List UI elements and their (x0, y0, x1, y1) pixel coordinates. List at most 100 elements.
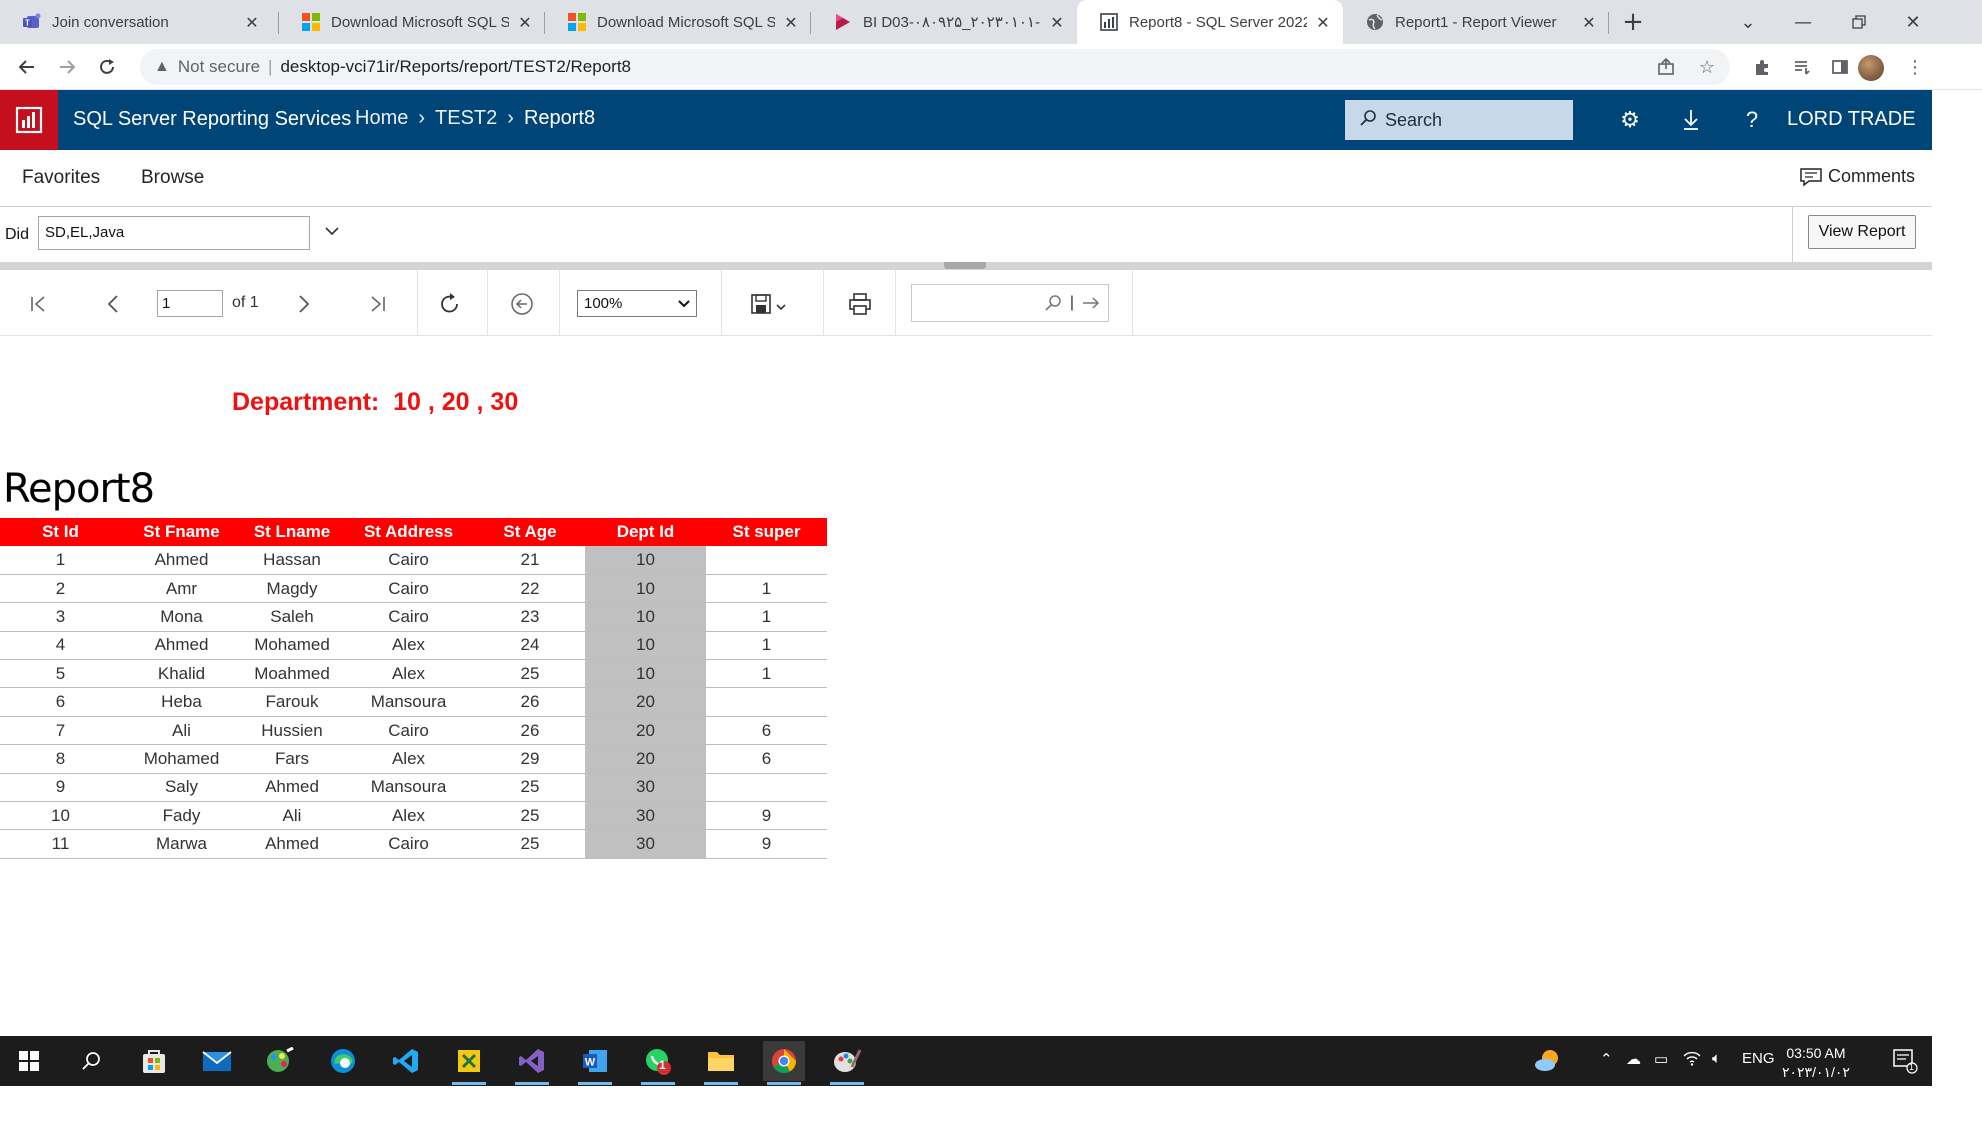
parameter-splitter[interactable] (0, 262, 1932, 270)
comments-button[interactable]: Comments (1800, 166, 1915, 187)
close-tab-icon[interactable]: ✕ (515, 12, 535, 32)
cell-dept-id: 20 (585, 716, 706, 746)
close-tab-icon[interactable]: ✕ (781, 12, 801, 32)
tab-bi-meeting[interactable]: BI D03-۰۸۰۹۲۵_۲۰۲۳۰۱۰۱-Mee ✕ (811, 0, 1077, 44)
address-bar[interactable]: ▲ Not secure | desktop-vci71ir/Reports/r… (140, 49, 1730, 85)
close-tab-icon[interactable]: ✕ (1047, 12, 1067, 32)
table-header-row: St Id St Fname St Lname St Address St Ag… (0, 518, 827, 546)
reload-button[interactable] (93, 53, 121, 81)
tab-report8[interactable]: Report8 - SQL Server 2022 ✕ (1077, 0, 1343, 44)
minimize-button[interactable]: — (1780, 0, 1826, 44)
new-tab-button[interactable]: + (1618, 7, 1648, 37)
refresh-icon[interactable] (436, 290, 464, 318)
report-canvas: Department: 10 , 20 , 30 Report8 St Id S… (0, 336, 1932, 1036)
cell-st-address: Cairo (342, 546, 475, 575)
tab-report1-viewer[interactable]: Report1 - Report Viewer ✕ (1343, 0, 1609, 44)
search-icon[interactable] (70, 1041, 112, 1081)
notification-center-icon[interactable]: 1 (1884, 1041, 1926, 1081)
tab-download-sql-2[interactable]: Download Microsoft SQL Se ✕ (545, 0, 811, 44)
store-icon[interactable] (133, 1041, 175, 1081)
battery-icon[interactable]: ▭ (1654, 1050, 1668, 1068)
reload-icon (100, 59, 114, 74)
file-explorer-icon[interactable] (700, 1041, 742, 1085)
browser-menu-icon[interactable]: ⋮ (1902, 54, 1928, 80)
restore-button[interactable] (1836, 0, 1882, 44)
column-header-st-super: St super (706, 518, 827, 546)
language-indicator[interactable]: ENG (1742, 1050, 1775, 1067)
report-title: Report8 (3, 466, 155, 512)
microsoft-icon (301, 12, 321, 32)
extensions-icon[interactable] (1749, 54, 1775, 80)
restore-icon (1852, 15, 1866, 29)
brush-icon[interactable] (826, 1041, 868, 1085)
visual-studio-icon[interactable] (511, 1041, 553, 1085)
back-to-parent-icon[interactable] (508, 290, 536, 318)
forward-button[interactable] (53, 53, 81, 81)
cell-st-super: 9 (706, 829, 827, 859)
nav-browse[interactable]: Browse (141, 167, 204, 189)
search-input[interactable]: Search (1345, 100, 1573, 140)
running-indicator (452, 1082, 486, 1085)
tab-download-sql-1[interactable]: Download Microsoft SQL Se ✕ (279, 0, 545, 44)
volume-icon[interactable]: 🔈︎ (1712, 1050, 1721, 1067)
side-panel-icon[interactable] (1827, 54, 1853, 80)
download-icon[interactable] (1675, 104, 1707, 136)
next-page-icon[interactable] (290, 290, 318, 318)
paint-icon[interactable] (259, 1041, 301, 1081)
breadcrumb-home[interactable]: Home (355, 107, 408, 130)
tab-join-conversation[interactable]: T Join conversation ✕ (0, 0, 272, 44)
word-icon[interactable]: W (574, 1041, 616, 1085)
cell-st-id: 2 (0, 574, 121, 604)
first-page-icon[interactable] (24, 290, 52, 318)
cell-st-fname: Mohamed (121, 744, 242, 774)
breadcrumb-folder[interactable]: TEST2 (435, 107, 497, 130)
system-clock[interactable]: 03:50 AM ۲۰۲۳/۰۱/۰۲ (1782, 1044, 1850, 1082)
page-number-input[interactable]: 1 (157, 290, 223, 317)
cell-st-address: Cairo (342, 574, 475, 604)
profile-avatar[interactable] (1858, 55, 1884, 81)
weather-icon[interactable] (1527, 1041, 1569, 1081)
brand-name[interactable]: SQL Server Reporting Services (73, 108, 351, 131)
export-save-icon[interactable] (745, 290, 795, 318)
chevron-down-icon[interactable] (324, 223, 340, 241)
back-button[interactable] (13, 53, 41, 81)
settings-gear-icon[interactable]: ⚙ (1614, 104, 1646, 136)
close-tab-icon[interactable]: ✕ (242, 12, 262, 32)
find-next-icon[interactable] (1082, 296, 1100, 310)
ssrs-logo-icon[interactable] (0, 90, 58, 150)
whatsapp-icon[interactable]: 1 (637, 1041, 679, 1085)
user-name[interactable]: LORD TRADE (1787, 108, 1916, 131)
wifi-icon[interactable] (1683, 1050, 1701, 1070)
nav-favorites[interactable]: Favorites (22, 167, 100, 189)
help-icon[interactable]: ? (1736, 104, 1768, 136)
previous-page-icon[interactable] (99, 290, 127, 318)
find-text-input[interactable]: | (911, 284, 1109, 322)
onedrive-cloud-icon[interactable]: ☁ (1626, 1050, 1641, 1068)
param-did-input[interactable]: SD,EL,Java (38, 216, 310, 250)
bookmark-star-icon[interactable]: ☆ (1696, 56, 1718, 78)
zoom-select[interactable]: 100% (577, 290, 697, 317)
cell-st-age: 22 (475, 574, 585, 604)
collapse-grip-icon[interactable] (944, 262, 986, 269)
close-window-button[interactable]: ✕ (1890, 0, 1936, 44)
close-tab-icon[interactable]: ✕ (1579, 12, 1599, 32)
windows-start-icon[interactable] (8, 1041, 50, 1081)
close-tab-icon[interactable]: ✕ (1313, 12, 1333, 32)
cell-st-age: 26 (475, 687, 585, 717)
edge-icon[interactable] (322, 1041, 364, 1081)
cell-dept-id: 30 (585, 829, 706, 859)
chrome-icon[interactable] (763, 1041, 805, 1085)
ssdt-icon[interactable] (448, 1041, 490, 1085)
cell-st-lname: Hussien (242, 716, 342, 746)
print-icon[interactable] (846, 290, 874, 318)
cell-st-age: 29 (475, 744, 585, 774)
mail-icon[interactable] (196, 1041, 238, 1081)
reading-list-icon[interactable] (1789, 54, 1815, 80)
vscode-icon[interactable] (385, 1041, 427, 1081)
view-report-button[interactable]: View Report (1808, 215, 1916, 249)
chevron-up-icon[interactable]: ⌃ (1600, 1050, 1613, 1068)
tab-search-icon[interactable]: ⌄ (1725, 0, 1771, 44)
last-page-icon[interactable] (364, 290, 392, 318)
cell-st-lname: Hassan (242, 546, 342, 575)
share-icon[interactable] (1655, 56, 1677, 78)
